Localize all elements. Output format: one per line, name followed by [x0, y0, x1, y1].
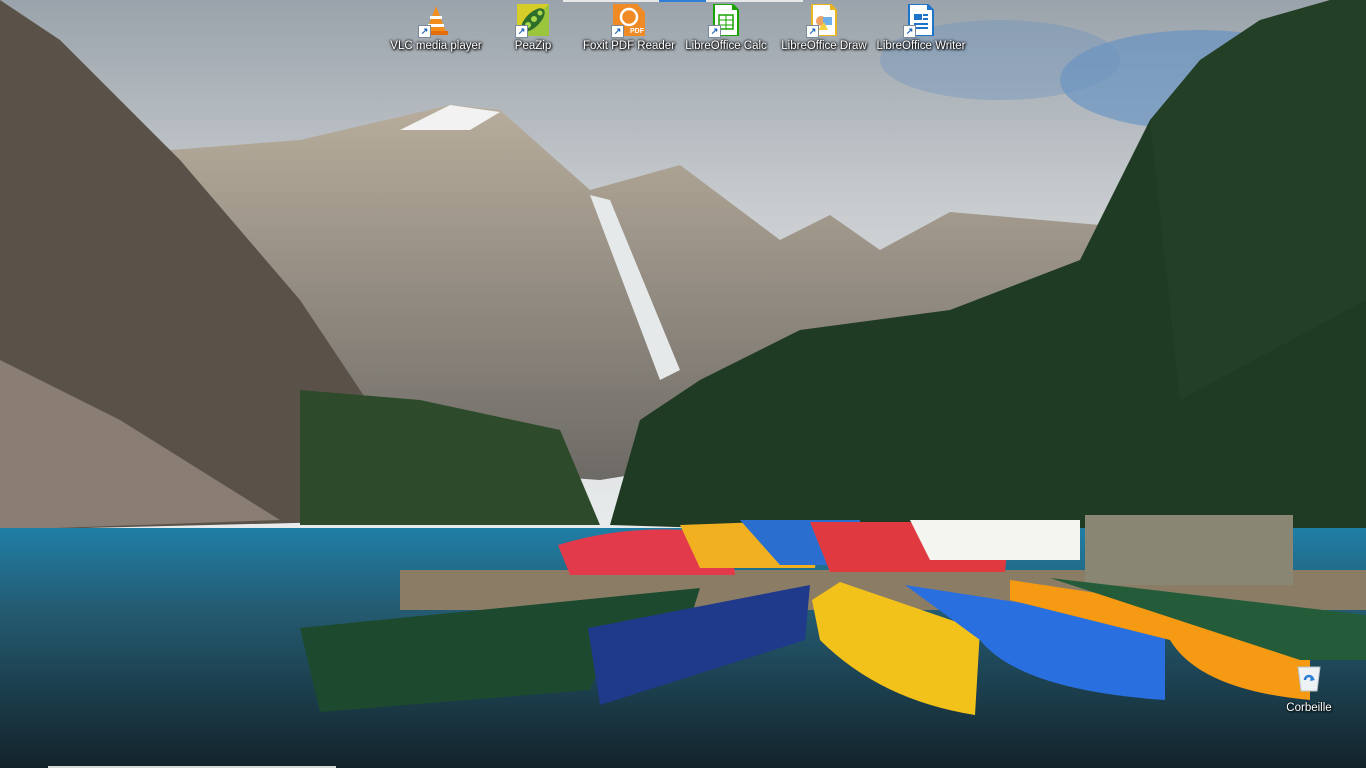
recycle-bin-icon: [1296, 664, 1322, 697]
desktop-icon-libreoffice-draw[interactable]: ↗ LibreOffice Draw: [776, 3, 872, 52]
icon-label: Foxit PDF Reader: [582, 40, 676, 52]
icon-label: VLC media player: [390, 40, 482, 52]
icon-label: PeaZip: [514, 40, 552, 52]
desktop-icon-peazip[interactable]: ↗ PeaZip: [485, 4, 581, 52]
desktop-icon-recycle-bin[interactable]: Corbeille: [1282, 664, 1336, 714]
icon-label: LibreOffice Calc: [685, 40, 767, 52]
shortcut-arrow-icon: ↗: [708, 25, 721, 38]
shortcut-arrow-icon: ↗: [806, 25, 819, 38]
shortcut-arrow-icon: ↗: [515, 25, 528, 38]
pdf-badge: PDF: [630, 28, 644, 35]
shortcut-arrow-icon: ↗: [903, 25, 916, 38]
desktop-icon-vlc[interactable]: ↗ VLC media player: [388, 4, 484, 52]
desktop-wallpaper: [0, 0, 1366, 768]
icon-label: Corbeille: [1286, 702, 1332, 714]
icon-label: LibreOffice Writer: [876, 40, 966, 52]
shortcut-arrow-icon: ↗: [418, 25, 431, 38]
libreoffice-writer-icon: ↗: [903, 3, 937, 38]
vlc-cone-icon: ↗: [418, 4, 452, 38]
desktop-icon-libreoffice-calc[interactable]: ↗ LibreOffice Calc: [678, 3, 774, 52]
peazip-icon: ↗: [515, 4, 549, 38]
top-edge-bar-active: [659, 0, 706, 2]
desktop-icon-libreoffice-writer[interactable]: ↗ LibreOffice Writer: [873, 3, 969, 52]
libreoffice-draw-icon: ↗: [806, 3, 840, 38]
libreoffice-calc-icon: ↗: [708, 3, 742, 38]
foxit-pdf-icon: PDF ↗: [611, 4, 645, 38]
icon-label: LibreOffice Draw: [781, 40, 867, 52]
shortcut-arrow-icon: ↗: [611, 25, 624, 38]
desktop-icon-foxit[interactable]: PDF ↗ Foxit PDF Reader: [581, 4, 677, 52]
